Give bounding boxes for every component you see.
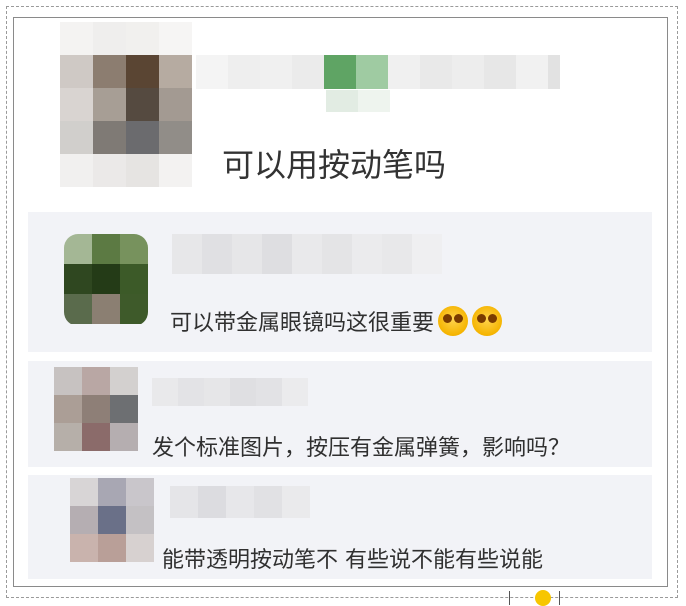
blush-face-emoji xyxy=(472,306,503,336)
reply-avatar[interactable] xyxy=(70,478,154,562)
reply-text: 可以带金属眼镜吗这很重要 xyxy=(170,305,503,337)
blush-face-emoji xyxy=(438,306,469,336)
post-text: 可以用按动笔吗 xyxy=(222,146,447,184)
reply-username-blurred xyxy=(152,378,308,406)
reply-username-blurred xyxy=(170,486,310,518)
post-username-blurred xyxy=(196,55,560,89)
reply-text-content: 可以带金属眼镜吗这很重要 xyxy=(170,311,435,336)
reply-text: 发个标准图片，按压有金属弹簧，影响吗？ xyxy=(152,436,571,461)
reply-avatar[interactable] xyxy=(54,367,138,451)
post-avatar[interactable] xyxy=(60,22,192,188)
bottom-dot-indicator xyxy=(535,590,551,606)
reply-username-blurred xyxy=(172,234,442,274)
reply-avatar[interactable] xyxy=(64,234,148,326)
reply-text: 能带透明按动笔不 有些说不能有些说能 xyxy=(162,548,543,573)
bottom-handle-right xyxy=(559,591,560,605)
bottom-handle-left xyxy=(509,591,510,605)
post-meta-blurred xyxy=(326,90,390,112)
